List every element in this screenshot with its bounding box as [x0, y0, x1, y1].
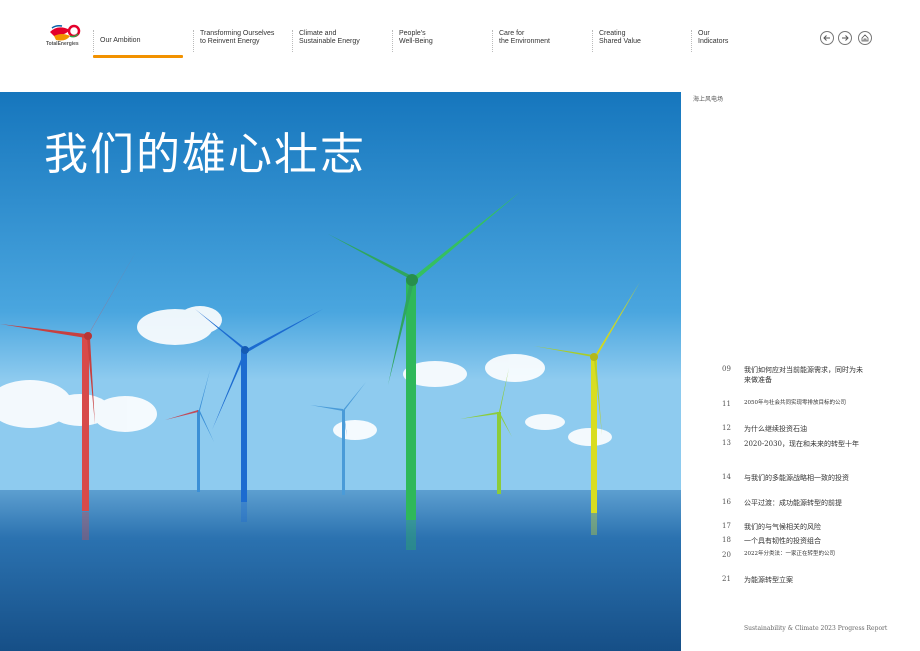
toc-item[interactable]: 14 与我们的多能源战略相一致的投资	[722, 473, 872, 485]
nav-label-line2: to Reinvent Energy	[200, 38, 260, 45]
top-bar: TotalEnergies Our Ambition Transforming …	[0, 0, 920, 92]
nav-label-line2: Well-Being	[399, 38, 433, 45]
logo-text: TotalEnergies	[46, 41, 79, 47]
toc-title: 我们如何应对当前能源需求，同时为未来做准备	[744, 366, 863, 384]
nav-creating-shared-value[interactable]: Creating Shared Value	[592, 30, 641, 52]
toc-page-number: 20	[722, 551, 731, 559]
nav-label-line1: Climate and	[299, 30, 337, 37]
arrow-right-icon	[842, 35, 849, 41]
toc-page-number: 12	[722, 424, 731, 432]
toc-title: 我们的与气候相关的风险	[744, 523, 821, 531]
nav-label-line2: Indicators	[698, 38, 729, 45]
toc-page-number: 13	[722, 439, 731, 447]
nav-label-line2: Shared Value	[599, 38, 641, 45]
home-icon	[861, 34, 869, 42]
nav-label: Our Ambition	[100, 37, 141, 44]
toc-item[interactable]: 16 公平过渡：成功能源转型的前提	[722, 498, 872, 510]
toc-page-number: 17	[722, 522, 731, 530]
nav-label-line1: People's	[399, 30, 426, 37]
nav-label-line1: Our	[698, 30, 710, 37]
toc-title: 一个具有韧性的投资组合	[744, 537, 821, 545]
toc-item[interactable]: 11 2050年与社会共同实现零排放目标的公司	[722, 400, 872, 416]
page-title: 我们的雄心壮志	[44, 129, 366, 180]
toc-title: 为什么继续投资石油	[744, 425, 807, 433]
hero-image-offshore-wind-farm: 我们的雄心壮志	[0, 92, 681, 651]
active-nav-indicator	[93, 55, 183, 58]
nav-label-line2: the Environment	[499, 38, 550, 45]
toc-item[interactable]: 17 我们的与气候相关的风险	[722, 522, 872, 534]
toc-page-number: 11	[722, 400, 731, 408]
toc-page-number: 14	[722, 473, 731, 481]
toc-title: 公平过渡：成功能源转型的前提	[744, 499, 842, 507]
next-page-button[interactable]	[838, 31, 852, 45]
toc-item[interactable]: 09 我们如何应对当前能源需求，同时为未来做准备	[722, 365, 872, 389]
toc-title: 2022年分类法：一家正在转型的公司	[744, 551, 835, 557]
toc-title: 2020-2030，现在和未来的转型十年	[744, 440, 859, 448]
toc-title: 为能源转型立案	[744, 576, 793, 584]
toc-item[interactable]: 21 为能源转型立案	[722, 575, 872, 587]
nav-our-ambition[interactable]: Our Ambition	[93, 30, 140, 52]
toc-page-number: 18	[722, 536, 731, 544]
nav-label-line1: Transforming Ourselves	[200, 30, 275, 37]
nav-label-line1: Care for	[499, 30, 525, 37]
toc-item[interactable]: 12 为什么继续投资石油	[722, 424, 872, 436]
toc-title: 2050年与社会共同实现零排放目标的公司	[744, 400, 846, 406]
toc-page-number: 21	[722, 575, 731, 583]
nav-peoples-well-being[interactable]: People's Well-Being	[392, 30, 433, 52]
toc-item[interactable]: 20 2022年分类法：一家正在转型的公司	[722, 551, 872, 563]
toc-page-number: 09	[722, 365, 731, 373]
nav-label-line1: Creating	[599, 30, 626, 37]
totalenergies-logo[interactable]	[44, 22, 84, 52]
previous-page-button[interactable]	[820, 31, 834, 45]
home-button[interactable]	[858, 31, 872, 45]
report-footer: Sustainability & Climate 2023 Progress R…	[744, 625, 888, 632]
nav-transforming-ourselves[interactable]: Transforming Ourselves to Reinvent Energ…	[193, 30, 274, 52]
toc-page-number: 16	[722, 498, 731, 506]
toc-title: 与我们的多能源战略相一致的投资	[744, 474, 849, 482]
image-caption: 海上风电场	[693, 96, 724, 103]
nav-our-indicators[interactable]: Our Indicators	[691, 30, 728, 52]
nav-climate-sustainable-energy[interactable]: Climate and Sustainable Energy	[292, 30, 360, 52]
arrow-left-icon	[823, 35, 830, 41]
toc-item[interactable]: 13 2020-2030，现在和未来的转型十年	[722, 439, 872, 463]
toc-item[interactable]: 18 一个具有韧性的投资组合	[722, 536, 872, 548]
nav-care-for-environment[interactable]: Care for the Environment	[492, 30, 550, 52]
nav-label-line2: Sustainable Energy	[299, 38, 360, 45]
